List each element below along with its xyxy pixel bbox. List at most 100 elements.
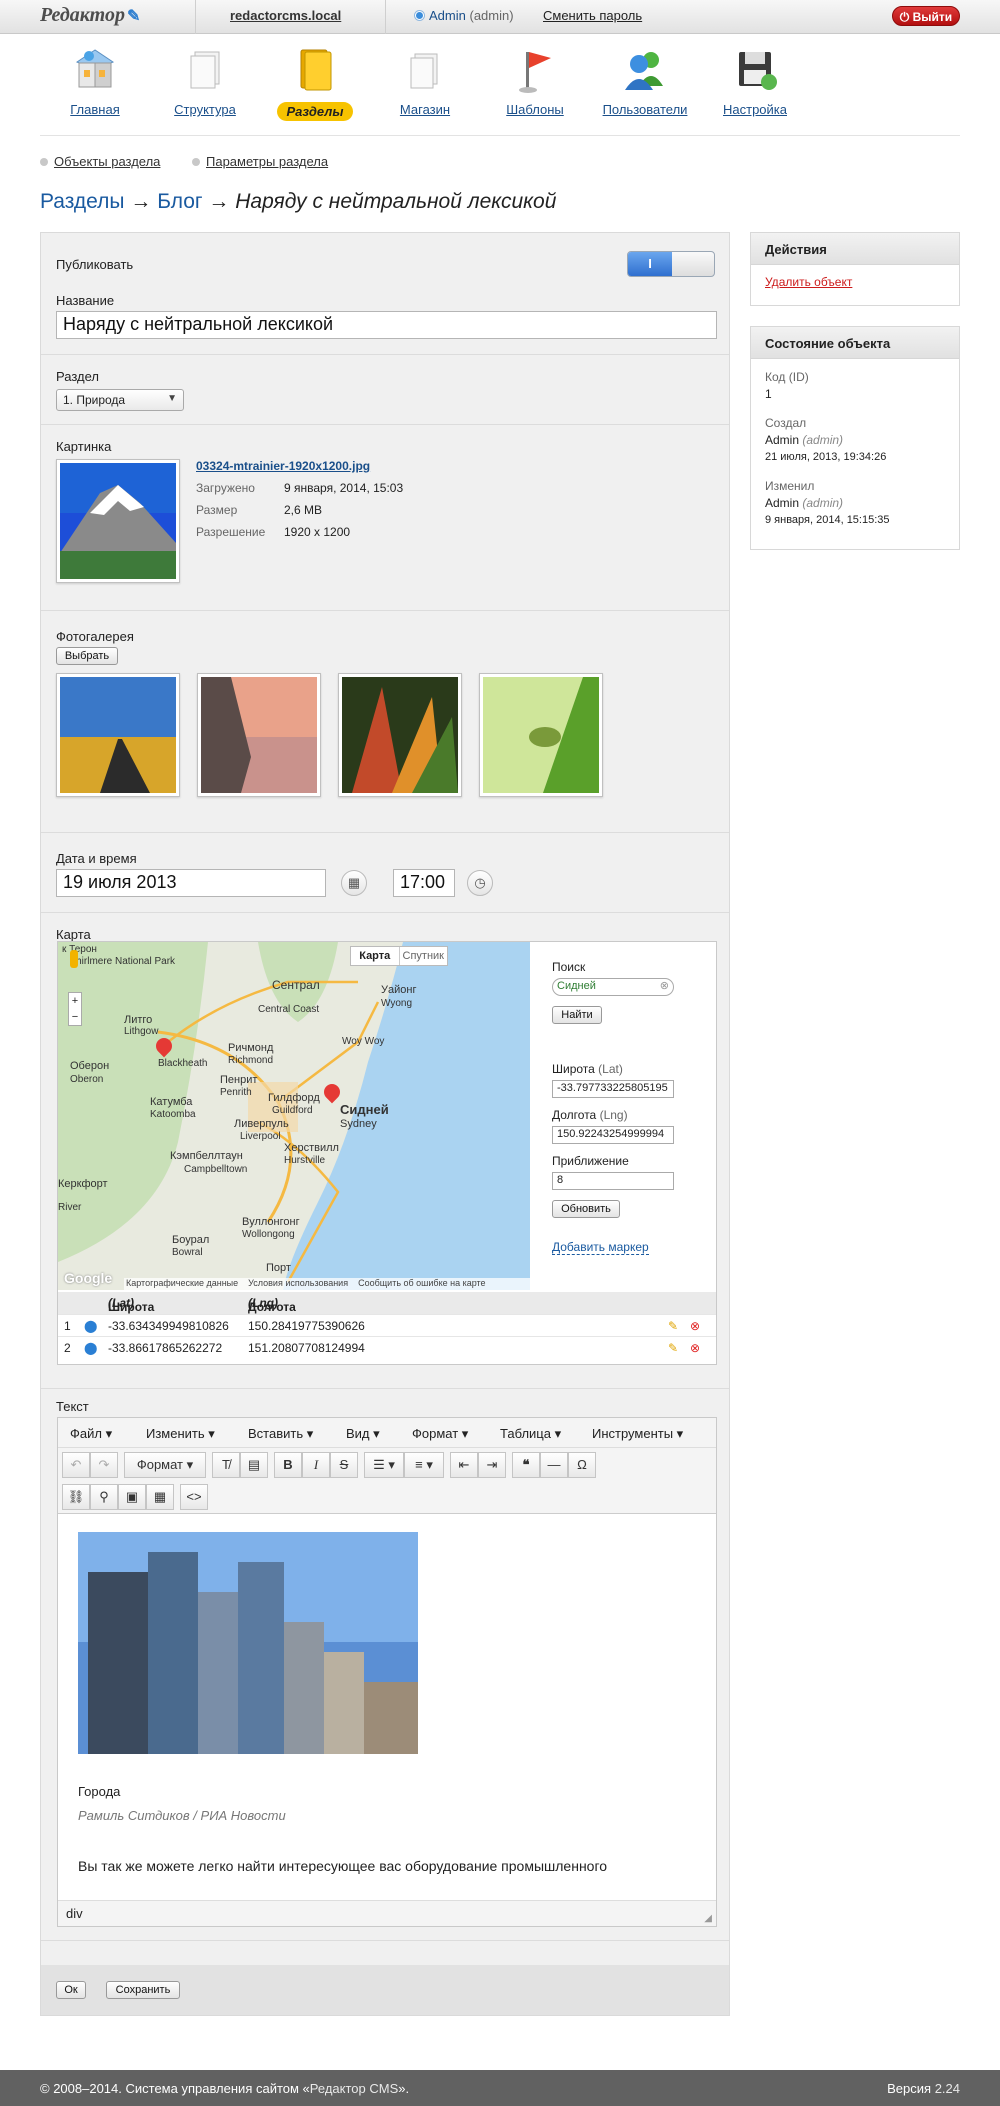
lat-input[interactable]: -33.797733225805195 xyxy=(552,1080,674,1098)
paste-icon[interactable]: ▤ xyxy=(240,1452,268,1478)
pegman-icon[interactable] xyxy=(70,950,78,968)
user-link[interactable]: Admin xyxy=(429,8,466,23)
time-input[interactable]: 17:00 xyxy=(393,869,455,897)
map-zoom-control[interactable]: + − xyxy=(68,992,82,1026)
edit-pencil-icon[interactable]: ✎ xyxy=(668,1319,678,1333)
gallery-photo-frog[interactable] xyxy=(479,673,603,797)
map-update-button[interactable]: Обновить xyxy=(552,1200,620,1218)
gallery-photo-sunset[interactable] xyxy=(197,673,321,797)
numbered-list-icon[interactable]: ≡ ▾ xyxy=(404,1452,444,1478)
element-path[interactable]: div xyxy=(66,1906,83,1921)
subnav-objects[interactable]: Объекты раздела xyxy=(40,154,160,169)
zoom-input[interactable]: 8 xyxy=(552,1172,674,1190)
datetime-label: Дата и время xyxy=(56,851,137,866)
map-widget: к Терон Thirlmere National Park Сентрал … xyxy=(57,941,717,1365)
menu-insert[interactable]: Вставить ▾ xyxy=(248,1426,313,1442)
breadcrumb-sections[interactable]: Разделы xyxy=(40,190,125,213)
ok-button[interactable]: Ок xyxy=(56,1981,86,1999)
image-icon[interactable]: ▣ xyxy=(118,1484,146,1510)
code-icon[interactable]: <> xyxy=(180,1484,208,1510)
zoom-in-icon[interactable]: + xyxy=(72,995,78,1007)
special-char-icon[interactable]: Ω xyxy=(568,1452,596,1478)
link-icon[interactable]: ⛓ xyxy=(62,1484,90,1510)
anchor-icon[interactable]: ⚲ xyxy=(90,1484,118,1510)
image-meta-uploaded: Загружено 9 января, 2014, 15:03 xyxy=(196,481,404,495)
nav-item-settings[interactable]: Настройка xyxy=(700,46,810,117)
delete-icon[interactable]: ⊗ xyxy=(690,1319,700,1333)
format-dropdown[interactable]: Формат ▾ xyxy=(124,1452,206,1478)
cms-link[interactable]: Редактор CMS xyxy=(310,2081,398,2096)
clear-format-icon[interactable]: T̸ xyxy=(212,1452,240,1478)
delete-icon[interactable]: ⊗ xyxy=(690,1341,700,1355)
map-canvas[interactable]: к Терон Thirlmere National Park Сентрал … xyxy=(58,942,530,1290)
nav-item-home[interactable]: Главная xyxy=(40,46,150,117)
save-button[interactable]: Сохранить xyxy=(106,1981,180,1999)
italic-icon[interactable]: I xyxy=(302,1452,330,1478)
add-marker-link[interactable]: Добавить маркер xyxy=(552,1240,649,1255)
horizontal-rule-icon[interactable]: — xyxy=(540,1452,568,1478)
map-search-input[interactable]: Сидней ⊗ xyxy=(552,978,674,996)
delete-object-link[interactable]: Удалить объект xyxy=(765,275,852,289)
image-thumbnail[interactable] xyxy=(56,459,180,583)
image-file-link[interactable]: 03324-mtrainier-1920x1200.jpg xyxy=(196,459,370,473)
nav-item-users[interactable]: Пользователи xyxy=(590,46,700,117)
logo[interactable]: Редактор ✎ xyxy=(40,4,140,27)
menu-file[interactable]: Файл ▾ xyxy=(70,1426,112,1442)
nav-item-templates[interactable]: Шаблоны xyxy=(480,46,590,117)
nav-label: Главная xyxy=(70,102,120,117)
marker-number: 1 xyxy=(64,1319,71,1333)
logout-button[interactable]: ⏻ Выйти xyxy=(892,6,960,26)
undo-icon[interactable]: ↶ xyxy=(62,1452,90,1478)
gallery-photo-road[interactable] xyxy=(56,673,180,797)
markers-lng-header: Долгота (Lng) xyxy=(248,1296,296,1314)
map-attribution-text: Картографические данные xyxy=(126,1278,239,1288)
lng-input[interactable]: 150.92243254999994 xyxy=(552,1126,674,1144)
chevron-down-icon: ▼ xyxy=(167,393,177,404)
menu-format[interactable]: Формат ▾ xyxy=(412,1426,468,1442)
map-report-link[interactable]: Сообщить об ошибке на карте xyxy=(358,1278,485,1288)
map-terms-link[interactable]: Условия использования xyxy=(248,1278,348,1288)
bold-icon[interactable]: B xyxy=(274,1452,302,1478)
menu-edit[interactable]: Изменить ▾ xyxy=(146,1426,215,1442)
map-find-button[interactable]: Найти xyxy=(552,1006,602,1024)
breadcrumb-blog[interactable]: Блог xyxy=(157,190,202,213)
section-select[interactable]: 1. Природа ▼ xyxy=(56,389,184,411)
calendar-icon[interactable]: ▦ xyxy=(341,870,367,896)
menu-tools[interactable]: Инструменты ▾ xyxy=(592,1426,683,1442)
bullet-list-icon[interactable]: ☰ ▾ xyxy=(364,1452,404,1478)
map-tab-satellite[interactable]: Спутник xyxy=(398,947,448,965)
subnav-params[interactable]: Параметры раздела xyxy=(192,154,328,169)
menu-table[interactable]: Таблица ▾ xyxy=(500,1426,561,1442)
gallery-select-button[interactable]: Выбрать xyxy=(56,647,118,665)
clear-icon[interactable]: ⊗ xyxy=(660,979,669,992)
divider xyxy=(370,0,386,34)
user-info: Admin (admin) xyxy=(415,8,514,23)
publish-toggle[interactable]: I xyxy=(627,251,715,277)
nav-item-structure[interactable]: Структура xyxy=(150,46,260,117)
site-link[interactable]: redactorcms.local xyxy=(230,8,341,23)
indent-icon[interactable]: ⇥ xyxy=(478,1452,506,1478)
gallery-photo-plant[interactable] xyxy=(338,673,462,797)
map-tab-map[interactable]: Карта xyxy=(351,947,399,965)
marker-row[interactable]: 2 ⬤ -33.86617865262272 151.2080770812499… xyxy=(58,1336,716,1358)
date-input[interactable]: 19 июля 2013 xyxy=(56,869,326,897)
version-link[interactable]: 2.24 xyxy=(935,2081,960,2096)
resize-handle-icon[interactable]: ◢ xyxy=(704,1913,712,1924)
redo-icon[interactable]: ↷ xyxy=(90,1452,118,1478)
nav-item-sections[interactable]: Разделы xyxy=(260,46,370,121)
map-label-text: Херствилл xyxy=(284,1142,339,1154)
edit-pencil-icon[interactable]: ✎ xyxy=(668,1341,678,1355)
blockquote-icon[interactable]: ❝ xyxy=(512,1452,540,1478)
outdent-icon[interactable]: ⇤ xyxy=(450,1452,478,1478)
menu-view[interactable]: Вид ▾ xyxy=(346,1426,380,1442)
nav-item-shop[interactable]: Магазин xyxy=(370,46,480,117)
marker-row[interactable]: 1 ⬤ -33.634349949810826 150.284197753906… xyxy=(58,1314,716,1336)
actions-title: Действия xyxy=(751,233,959,265)
zoom-out-icon[interactable]: − xyxy=(72,1011,78,1023)
media-icon[interactable]: ▦ xyxy=(146,1484,174,1510)
change-password-link[interactable]: Сменить пароль xyxy=(543,8,642,23)
name-input[interactable]: Наряду с нейтральной лексикой xyxy=(56,311,717,339)
strikethrough-icon[interactable]: S xyxy=(330,1452,358,1478)
editor-content[interactable]: Города Рамиль Ситдиков / РИА Новости Вы … xyxy=(58,1514,716,1920)
clock-icon[interactable]: ◷ xyxy=(467,870,493,896)
